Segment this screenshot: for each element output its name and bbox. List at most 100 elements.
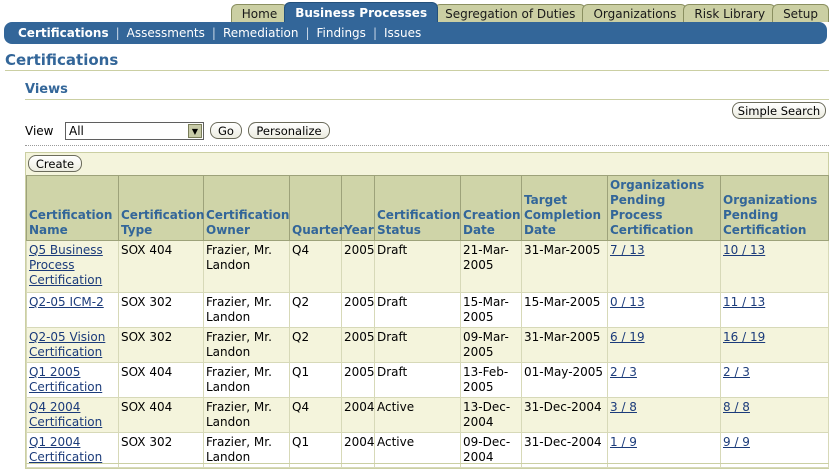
target-completion-date: 31-Dec-2004 — [521, 397, 608, 433]
creation-date: 09-Mar-2005 — [460, 327, 522, 363]
certification-owner: Frazier, Mr. Landon — [203, 327, 290, 363]
table-row: Q1 2005 Certification SOX 404 Frazier, M… — [26, 362, 829, 398]
quarter: Q1 — [289, 362, 342, 398]
status: Draft — [374, 327, 461, 363]
table-header-row: Certification Name Certification Type Ce… — [26, 175, 829, 241]
certification-type: SOX 302 — [118, 327, 204, 363]
col-certification-owner[interactable]: Certification Owner — [203, 175, 290, 241]
tab-risk-library[interactable]: Risk Library — [683, 4, 777, 22]
status: Draft — [374, 292, 461, 328]
pending-certification-link[interactable]: 2 / 3 — [723, 365, 750, 379]
year: 2005 — [341, 292, 375, 328]
simple-search-button[interactable]: Simple Search — [732, 102, 826, 119]
table-row: Q4 2004 Certification SOX 404 Frazier, M… — [26, 397, 829, 433]
quarter: Q4 — [289, 240, 342, 293]
certification-type: SOX 404 — [118, 362, 204, 398]
certification-owner: Frazier, Mr. Landon — [203, 240, 290, 293]
certification-name-link[interactable]: Q1 2004 Certification — [29, 435, 102, 464]
chevron-down-icon[interactable]: ▼ — [188, 124, 202, 138]
col-orgs-pending-certification[interactable]: Organizations Pending Certification — [720, 175, 829, 241]
creation-date: 13-Dec-2004 — [460, 397, 522, 433]
status: Active — [374, 397, 461, 433]
subnav-separator: | — [115, 26, 120, 40]
certification-owner: Frazier, Mr. Landon — [203, 292, 290, 328]
col-creation-date[interactable]: Creation Date — [460, 175, 522, 241]
target-completion-date: 31-Mar-2005 — [521, 240, 608, 293]
tab-segregation-of-duties[interactable]: Segregation of Duties — [434, 4, 587, 22]
subnav-remediation[interactable]: Remediation — [223, 26, 299, 40]
personalize-button[interactable]: Personalize — [248, 122, 330, 139]
year: 2005 — [341, 362, 375, 398]
col-certification-status[interactable]: Certification Status — [374, 175, 461, 241]
status: Draft — [374, 240, 461, 293]
tab-setup[interactable]: Setup — [772, 4, 829, 22]
view-label: View — [25, 124, 54, 138]
pending-process-link[interactable]: 0 / 13 — [610, 295, 645, 309]
quarter: Q4 — [289, 397, 342, 433]
pending-certification-link[interactable]: 8 / 8 — [723, 400, 750, 414]
certification-name-link[interactable]: Q2-05 Vision Certification — [29, 330, 105, 359]
certification-type: SOX 302 — [118, 292, 204, 328]
sub-navigation: Certifications | Assessments | Remediati… — [4, 22, 827, 44]
views-section-title: Views — [25, 82, 68, 97]
subnav-certifications[interactable]: Certifications — [18, 26, 109, 40]
tab-home[interactable]: Home — [230, 4, 289, 22]
pending-process-link[interactable]: 2 / 3 — [610, 365, 637, 379]
table-row: Q2-05 ICM-2 SOX 302 Frazier, Mr. Landon … — [26, 292, 829, 328]
certification-name-link[interactable]: Q5 Business Process Certification — [29, 243, 103, 287]
title-divider — [5, 70, 829, 71]
year: 2005 — [341, 327, 375, 363]
col-target-completion-date[interactable]: Target Completion Date — [521, 175, 608, 241]
pending-certification-link[interactable]: 9 / 9 — [723, 435, 750, 449]
certification-owner: Frazier, Mr. Landon — [203, 397, 290, 433]
tab-business-processes[interactable]: Business Processes — [284, 2, 439, 22]
certification-type: SOX 404 — [118, 240, 204, 293]
col-certification-type[interactable]: Certification Type — [118, 175, 204, 241]
section-divider — [25, 99, 829, 100]
year: 2004 — [341, 397, 375, 433]
pending-process-link[interactable]: 7 / 13 — [610, 243, 645, 257]
subnav-assessments[interactable]: Assessments — [127, 26, 205, 40]
col-orgs-pending-process-certification[interactable]: Organizations Pending Process Certificat… — [607, 175, 721, 241]
pending-certification-link[interactable]: 16 / 19 — [723, 330, 765, 344]
table-row: Q5 Business Process Certification SOX 40… — [26, 240, 829, 293]
quarter: Q2 — [289, 292, 342, 328]
page-title: Certifications — [5, 51, 119, 69]
quarter: Q2 — [289, 327, 342, 363]
view-select[interactable]: All ▼ — [65, 122, 204, 140]
subnav-separator: | — [372, 26, 377, 40]
certification-name-link[interactable]: Q4 2004 Certification — [29, 400, 102, 429]
pending-process-link[interactable]: 3 / 8 — [610, 400, 637, 414]
pending-process-link[interactable]: 6 / 19 — [610, 330, 645, 344]
subnav-issues[interactable]: Issues — [384, 26, 421, 40]
target-completion-date: 15-Mar-2005 — [521, 292, 608, 328]
subnav-findings[interactable]: Findings — [317, 26, 366, 40]
certification-type: SOX 404 — [118, 397, 204, 433]
col-quarter[interactable]: Quarter — [289, 175, 345, 241]
status: Draft — [374, 362, 461, 398]
creation-date: 15-Mar-2005 — [460, 292, 522, 328]
go-button[interactable]: Go — [210, 122, 242, 139]
col-certification-name[interactable]: Certification Name — [26, 175, 119, 241]
top-tab-bar: Home Business Processes Segregation of D… — [230, 2, 829, 22]
pending-process-link[interactable]: 1 / 9 — [610, 435, 637, 449]
tab-organizations[interactable]: Organizations — [582, 4, 688, 22]
table-row: Q2-05 Vision Certification SOX 302 Frazi… — [26, 327, 829, 363]
certifications-table: Certification Name Certification Type Ce… — [26, 175, 829, 468]
year: 2005 — [341, 240, 375, 293]
view-select-value: All — [69, 124, 84, 138]
col-year[interactable]: Year — [341, 175, 375, 241]
creation-date: 13-Feb-2005 — [460, 362, 522, 398]
target-completion-date: 01-May-2005 — [521, 362, 608, 398]
pending-certification-link[interactable]: 10 / 13 — [723, 243, 765, 257]
create-button[interactable]: Create — [28, 155, 82, 172]
pending-certification-link[interactable]: 11 / 13 — [723, 295, 765, 309]
subnav-separator: | — [211, 26, 216, 40]
subnav-separator: | — [305, 26, 310, 40]
certification-name-link[interactable]: Q1 2005 Certification — [29, 365, 102, 394]
target-completion-date: 31-Mar-2005 — [521, 327, 608, 363]
bottom-divider — [25, 463, 829, 464]
certification-name-link[interactable]: Q2-05 ICM-2 — [29, 295, 104, 309]
creation-date: 21-Mar-2005 — [460, 240, 522, 293]
dotted-divider — [25, 145, 829, 146]
